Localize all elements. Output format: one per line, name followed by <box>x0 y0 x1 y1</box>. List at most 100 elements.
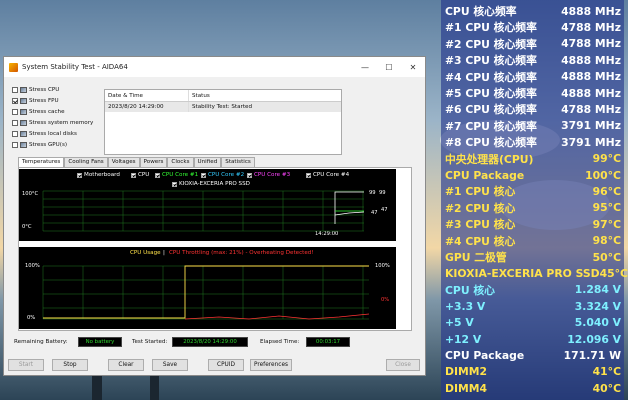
battery-label: Remaining Battery: <box>14 339 68 345</box>
tab-unified[interactable]: Unified <box>193 157 222 167</box>
tab-powers[interactable]: Powers <box>139 157 168 167</box>
temp-gridlines <box>42 190 364 232</box>
memory-device-icon <box>20 120 27 126</box>
log-table[interactable]: Date & Time Status 2023/8/20 14:29:00 St… <box>104 89 342 155</box>
elapsed-time-value: 00:03:17 <box>306 337 350 347</box>
temperature-plot <box>42 190 365 232</box>
checkbox-label: Stress CPU <box>29 87 60 93</box>
sensor-value: 45°C <box>599 266 628 280</box>
sensor-value: 96°C <box>592 184 621 198</box>
sensor-row: +5 V 5.040 V <box>445 315 621 331</box>
graph-tabs: Temperatures Cooling Fans Voltages Power… <box>18 157 255 167</box>
sensor-row: +3.3 V 3.324 V <box>445 298 621 314</box>
sensor-row: #3 CPU 核心频率 4888 MHz <box>445 52 621 68</box>
checkbox-box[interactable] <box>12 87 18 93</box>
cpuid-button[interactable]: CPUID <box>208 359 244 371</box>
preferences-button[interactable]: Preferences <box>250 359 292 371</box>
sensor-value: 4788 MHz <box>561 20 621 34</box>
sensor-row: CPU 核心频率 4888 MHz <box>445 3 621 19</box>
sensor-value: 95°C <box>592 201 621 215</box>
stress-memory-checkbox[interactable]: Stress system memory <box>12 120 93 126</box>
save-button[interactable]: Save <box>152 359 188 371</box>
stop-button[interactable]: Stop <box>52 359 88 371</box>
close-window-button[interactable]: ✕ <box>401 63 425 72</box>
checkbox-box[interactable] <box>12 109 18 115</box>
sensor-label: CPU Package <box>445 168 525 182</box>
cache-device-icon <box>20 109 27 115</box>
table-row[interactable]: 2023/8/20 14:29:00 Stability Test: Start… <box>105 102 341 112</box>
sensor-label: #4 CPU 核心 <box>445 234 516 248</box>
sensor-label: #1 CPU 核心频率 <box>445 21 537 35</box>
sensor-value: 4888 MHz <box>561 86 621 100</box>
sensor-row: CPU Package 171.71 W <box>445 347 621 363</box>
stress-fpu-checkbox[interactable]: Stress FPU <box>12 98 59 104</box>
tab-clocks[interactable]: Clocks <box>167 157 194 167</box>
window-titlebar[interactable]: System Stability Test - AIDA64 — ☐ ✕ <box>4 57 425 77</box>
sensor-row: DIMM2 41°C <box>445 364 621 380</box>
clear-button[interactable]: Clear <box>108 359 144 371</box>
sensor-value: 4788 MHz <box>561 37 621 51</box>
sensor-row: GPU 二极管 50°C <box>445 249 621 265</box>
sensor-value: 5.040 V <box>574 316 621 330</box>
tab-voltages[interactable]: Voltages <box>107 157 140 167</box>
sensor-row: #1 CPU 核心 96°C <box>445 183 621 199</box>
sensor-value: 4888 MHz <box>561 4 621 18</box>
stress-disks-checkbox[interactable]: Stress local disks <box>12 131 77 137</box>
stress-gpu-checkbox[interactable]: Stress GPU(s) <box>12 142 67 148</box>
sensor-value: 4788 MHz <box>561 102 621 116</box>
cpu-usage-graph: CPU Usage | CPU Throttling (max: 21%) - … <box>19 247 396 329</box>
stability-test-window: System Stability Test - AIDA64 — ☐ ✕ Str… <box>3 56 426 376</box>
sensor-row: #5 CPU 核心频率 4888 MHz <box>445 85 621 101</box>
sensor-label: CPU 核心 <box>445 283 495 297</box>
tab-statistics[interactable]: Statistics <box>221 157 255 167</box>
log-cell-datetime: 2023/8/20 14:29:00 <box>105 102 189 112</box>
sensor-row: #7 CPU 核心频率 3791 MHz <box>445 118 621 134</box>
sensor-label: #1 CPU 核心 <box>445 185 516 199</box>
sensor-label: #3 CPU 核心频率 <box>445 54 537 68</box>
sensor-label: 中央处理器(CPU) <box>445 152 534 166</box>
checkbox-box[interactable] <box>12 120 18 126</box>
close-button[interactable]: Close <box>386 359 420 371</box>
checkbox-box[interactable] <box>12 131 18 137</box>
tab-temperatures[interactable]: Temperatures <box>18 157 65 167</box>
sensor-row: #4 CPU 核心 98°C <box>445 233 621 249</box>
start-button[interactable]: Start <box>8 359 44 371</box>
sensor-row: CPU Package 100°C <box>445 167 621 183</box>
checkbox-box[interactable] <box>12 142 18 148</box>
temperature-graph: Motherboard CPU CPU Core #1 CPU Core #2 … <box>19 169 396 241</box>
maximize-button[interactable]: ☐ <box>377 63 401 72</box>
sensor-row: #6 CPU 核心频率 4788 MHz <box>445 101 621 117</box>
fpu-device-icon <box>20 98 27 104</box>
log-col-status[interactable]: Status <box>189 93 341 99</box>
sensor-value: 3791 MHz <box>561 119 621 133</box>
sensor-label: #2 CPU 核心频率 <box>445 37 537 51</box>
elapsed-time-label: Elapsed Time: <box>260 339 300 345</box>
sensor-row: DIMM4 40°C <box>445 380 621 396</box>
minimize-button[interactable]: — <box>353 63 377 72</box>
sensor-label: #3 CPU 核心 <box>445 218 516 232</box>
tab-cooling-fans[interactable]: Cooling Fans <box>64 157 108 167</box>
sensor-label: CPU 核心频率 <box>445 5 517 18</box>
usage-plot <box>42 265 370 320</box>
sensor-label: KIOXIA-EXCERIA PRO SSD <box>445 266 600 280</box>
test-started-value: 2023/8/20 14:29:00 <box>172 337 248 347</box>
sensor-row: KIOXIA-EXCERIA PRO SSD 45°C <box>445 265 628 281</box>
sensor-label: CPU Package <box>445 348 525 362</box>
checkbox-label: Stress GPU(s) <box>29 142 68 148</box>
sensor-label: #7 CPU 核心频率 <box>445 119 537 133</box>
sensor-row: +12 V 12.096 V <box>445 331 621 347</box>
sensor-value: 171.71 W <box>563 348 621 362</box>
sensor-value: 98°C <box>592 234 621 248</box>
log-col-datetime[interactable]: Date & Time <box>105 90 189 101</box>
stress-cache-checkbox[interactable]: Stress cache <box>12 109 65 115</box>
usage-series-cpu <box>43 265 369 319</box>
sensor-label: DIMM4 <box>445 381 487 395</box>
cpu-device-icon <box>20 87 27 93</box>
window-title: System Stability Test - AIDA64 <box>22 63 128 71</box>
checkbox-box[interactable] <box>12 98 18 104</box>
sensor-value: 3791 MHz <box>561 135 621 149</box>
disk-device-icon <box>20 131 27 137</box>
stress-cpu-checkbox[interactable]: Stress CPU <box>12 87 59 93</box>
sensor-row: 中央处理器(CPU) 99°C <box>445 151 621 167</box>
sensor-value: 50°C <box>592 250 621 264</box>
